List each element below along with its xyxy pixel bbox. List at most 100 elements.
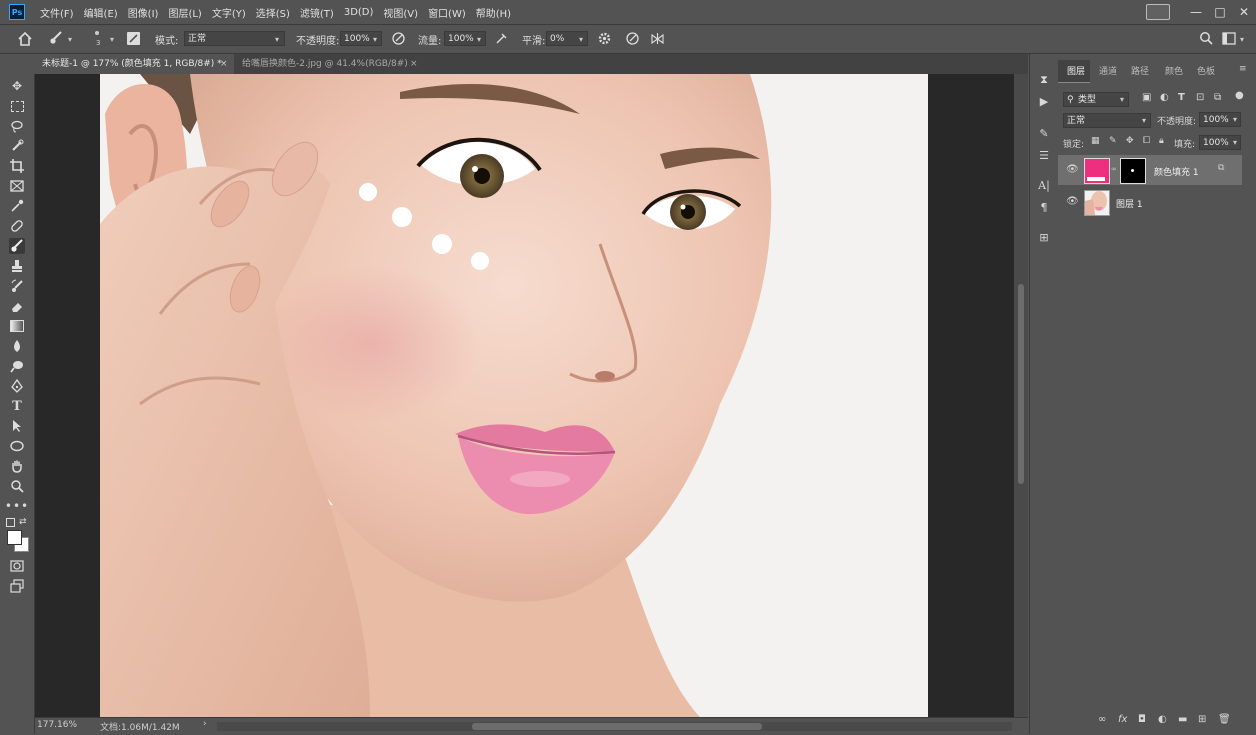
- tab-paths[interactable]: 路径: [1131, 64, 1149, 77]
- menu-layer[interactable]: 图层(L): [163, 5, 206, 20]
- chevron-down-icon[interactable]: ▾: [1233, 115, 1237, 124]
- filter-toggle-icon[interactable]: ●: [1235, 90, 1244, 101]
- smart-object-filter-icon[interactable]: ⧉: [1214, 92, 1221, 103]
- eraser-tool-icon[interactable]: [9, 298, 25, 314]
- history-panel-icon[interactable]: ⧗: [1036, 72, 1052, 88]
- swap-colors-icon[interactable]: ⇄: [19, 517, 27, 527]
- close-icon[interactable]: ×: [220, 54, 228, 74]
- tab-channels[interactable]: 通道: [1099, 64, 1117, 77]
- frame-tool-icon[interactable]: [9, 178, 25, 194]
- blur-tool-icon[interactable]: [9, 338, 25, 354]
- layer-name[interactable]: 图层 1: [1116, 197, 1143, 210]
- quick-mask-icon[interactable]: [9, 558, 25, 574]
- portrait-photo[interactable]: [100, 74, 928, 717]
- vertical-scroll-thumb[interactable]: [1018, 284, 1024, 484]
- brush-preview-dot[interactable]: [95, 31, 99, 35]
- panel-menu-icon[interactable]: ≡: [1239, 64, 1247, 74]
- healing-brush-tool-icon[interactable]: [9, 218, 25, 234]
- screen-mode-icon[interactable]: [9, 578, 25, 594]
- hand-tool-icon[interactable]: [9, 458, 25, 474]
- move-tool-icon[interactable]: ✥: [9, 78, 25, 94]
- layer-mask-thumbnail[interactable]: [1120, 158, 1146, 184]
- horizontal-scroll-thumb[interactable]: [472, 723, 762, 730]
- pixel-filter-icon[interactable]: ▣: [1142, 92, 1151, 103]
- adjustments-sliders-icon[interactable]: ☰: [1036, 148, 1052, 164]
- actions-play-icon[interactable]: ▶: [1036, 94, 1052, 110]
- add-mask-icon[interactable]: ◘: [1138, 714, 1146, 725]
- workspace-layout-icon[interactable]: [1222, 32, 1236, 45]
- dodge-tool-icon[interactable]: [9, 358, 25, 374]
- menu-image[interactable]: 图像(I): [123, 5, 164, 20]
- tab-layers[interactable]: 图层: [1067, 64, 1085, 77]
- chevron-down-icon[interactable]: ▾: [1240, 35, 1244, 44]
- eye-icon[interactable]: 👁︎: [1066, 196, 1079, 207]
- mode-select[interactable]: 正常: [184, 31, 285, 46]
- eyedropper-tool-icon[interactable]: [9, 198, 25, 214]
- menu-window[interactable]: 窗口(W): [423, 5, 471, 20]
- brush-tool-icon[interactable]: [9, 238, 25, 254]
- pressure-opacity-icon[interactable]: [391, 31, 406, 46]
- menu-type[interactable]: 文字(Y): [207, 5, 251, 20]
- brush-settings-icon[interactable]: ✎: [1036, 126, 1052, 142]
- ellipse-tool-icon[interactable]: [9, 438, 25, 454]
- canvas-area[interactable]: [35, 74, 1028, 717]
- default-colors-icon[interactable]: [6, 518, 15, 527]
- tab-swatches[interactable]: 色板: [1197, 64, 1215, 77]
- close-button[interactable]: ✕: [1232, 5, 1256, 19]
- type-filter-icon[interactable]: T: [1178, 92, 1185, 103]
- link-layers-icon[interactable]: ∞: [1098, 714, 1106, 725]
- paragraph-panel-icon[interactable]: ¶: [1036, 200, 1052, 216]
- lock-position-icon[interactable]: ✥: [1126, 136, 1134, 146]
- layer-row-color-fill[interactable]: 👁︎ ∞ 颜色填充 1 ⧉: [1058, 155, 1242, 185]
- foreground-color-swatch[interactable]: [7, 530, 22, 545]
- type-tool-icon[interactable]: T: [9, 398, 25, 414]
- lasso-tool-icon[interactable]: [9, 118, 25, 134]
- pen-tool-icon[interactable]: [9, 378, 25, 394]
- chevron-down-icon[interactable]: ▾: [68, 35, 72, 44]
- zoom-tool-icon[interactable]: [9, 478, 25, 494]
- close-icon[interactable]: ×: [410, 54, 418, 74]
- status-menu-arrow[interactable]: ›: [203, 719, 207, 729]
- lock-artboard-icon[interactable]: ⧠: [1143, 136, 1150, 146]
- crop-tool-icon[interactable]: [9, 158, 25, 174]
- chevron-down-icon[interactable]: ▾: [1120, 95, 1124, 104]
- airbrush-icon[interactable]: [494, 31, 509, 46]
- minimize-button[interactable]: —: [1184, 5, 1208, 19]
- blend-mode-select[interactable]: 正常: [1063, 113, 1151, 128]
- new-group-icon[interactable]: ▬: [1178, 714, 1187, 725]
- lock-all-icon[interactable]: 🔒︎: [1159, 136, 1164, 146]
- layer-row-image[interactable]: 👁︎ 图层 1: [1058, 187, 1242, 217]
- marquee-tool-icon[interactable]: [9, 98, 25, 114]
- shape-filter-icon[interactable]: ⊡: [1196, 92, 1204, 103]
- layer-style-icon[interactable]: fx: [1118, 714, 1127, 725]
- more-tools-icon[interactable]: •••: [5, 498, 28, 514]
- restore-button[interactable]: □: [1208, 5, 1232, 19]
- quick-select-tool-icon[interactable]: [9, 138, 25, 154]
- horizontal-scrollbar[interactable]: [217, 722, 1012, 731]
- workspace-icon[interactable]: [1146, 4, 1170, 20]
- eye-icon[interactable]: 👁︎: [1066, 164, 1079, 175]
- delete-layer-icon[interactable]: 🗑︎: [1218, 714, 1231, 725]
- layer-thumbnail-image[interactable]: [1084, 190, 1110, 216]
- tab-document-1[interactable]: 未标题-1 @ 177% (颜色填充 1, RGB/8#) * ×: [34, 54, 234, 74]
- zoom-level[interactable]: 177.16%: [37, 720, 77, 730]
- search-icon[interactable]: [1199, 31, 1213, 45]
- symmetry-icon[interactable]: [650, 31, 665, 46]
- gradient-tool-icon[interactable]: [9, 318, 25, 334]
- menu-view[interactable]: 视图(V): [378, 5, 423, 20]
- history-brush-tool-icon[interactable]: [9, 278, 25, 294]
- chevron-down-icon[interactable]: ▾: [110, 35, 114, 44]
- lock-transparency-icon[interactable]: ▦: [1091, 136, 1100, 146]
- menu-file[interactable]: 文件(F): [35, 5, 79, 20]
- chevron-down-icon[interactable]: ▾: [477, 35, 481, 44]
- brush-panel-icon[interactable]: [127, 32, 140, 45]
- menu-3d[interactable]: 3D(D): [339, 7, 379, 18]
- chevron-down-icon[interactable]: ▾: [1233, 138, 1237, 147]
- libraries-icon[interactable]: ⊞: [1036, 230, 1052, 246]
- chevron-down-icon[interactable]: ▾: [275, 35, 279, 44]
- menu-help[interactable]: 帮助(H): [471, 5, 516, 20]
- tab-color[interactable]: 颜色: [1165, 64, 1183, 77]
- vertical-scrollbar[interactable]: [1014, 74, 1028, 717]
- adjustment-filter-icon[interactable]: ◐: [1160, 92, 1169, 103]
- lock-pixels-icon[interactable]: ✎: [1109, 136, 1117, 146]
